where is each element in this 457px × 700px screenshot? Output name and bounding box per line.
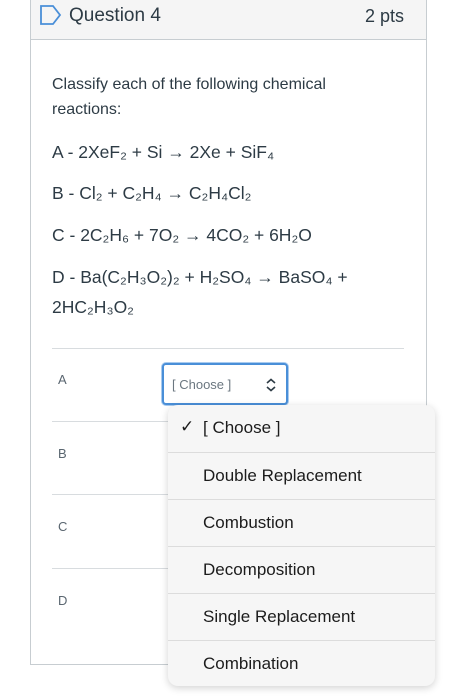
row-label-c: C xyxy=(58,519,68,534)
divider xyxy=(52,494,172,495)
checkmark-icon: ✓ xyxy=(180,417,195,436)
question-title: Question 4 xyxy=(69,5,161,26)
option-label: [ Choose ] xyxy=(203,418,281,437)
row-label-b: B xyxy=(58,446,67,461)
reaction-c: C - 2C₂H₆ + 7O₂ → 4CO₂ + 6H₂O xyxy=(52,225,312,245)
dropdown-option-single-replacement[interactable]: Single Replacement xyxy=(168,593,435,640)
dropdown-menu: ✓ [ Choose ] Double Replacement Combusti… xyxy=(168,405,435,686)
dropdown-option-double-replacement[interactable]: Double Replacement xyxy=(168,452,435,499)
question-prompt: Classify each of the following chemical … xyxy=(52,76,326,118)
divider xyxy=(52,421,172,422)
select-value: [ Choose ] xyxy=(172,377,232,392)
row-label-a: A xyxy=(58,372,67,387)
question-header: Question 4 2 pts xyxy=(31,0,426,40)
divider xyxy=(52,348,404,349)
option-label: Combination xyxy=(203,654,299,673)
flag-question-icon[interactable] xyxy=(40,5,62,25)
dropdown-option-choose[interactable]: ✓ [ Choose ] xyxy=(168,405,435,452)
divider xyxy=(52,568,172,569)
option-label: Single Replacement xyxy=(203,607,356,626)
reaction-d: D - Ba(C₂H₃O₂)₂ + H₂SO₄ → BaSO₄ + 2HC₂H₃… xyxy=(52,267,348,317)
question-points: 2 pts xyxy=(364,6,404,26)
dropdown-option-combination[interactable]: Combination xyxy=(168,640,435,687)
option-label: Double Replacement xyxy=(203,466,362,485)
dropdown-option-decomposition[interactable]: Decomposition xyxy=(168,546,435,593)
option-label: Combustion xyxy=(203,513,294,532)
option-label: Decomposition xyxy=(203,560,316,579)
reaction-a: A - 2XeF₂ + Si → 2Xe + SiF₄ xyxy=(52,142,275,162)
dropdown-option-combustion[interactable]: Combustion xyxy=(168,499,435,546)
chevron-updown-icon xyxy=(266,378,276,392)
row-label-d: D xyxy=(58,593,68,608)
reaction-b: B - Cl₂ + C₂H₄ → C₂H₄Cl₂ xyxy=(52,183,252,203)
answer-select-a[interactable]: [ Choose ] xyxy=(162,363,288,405)
